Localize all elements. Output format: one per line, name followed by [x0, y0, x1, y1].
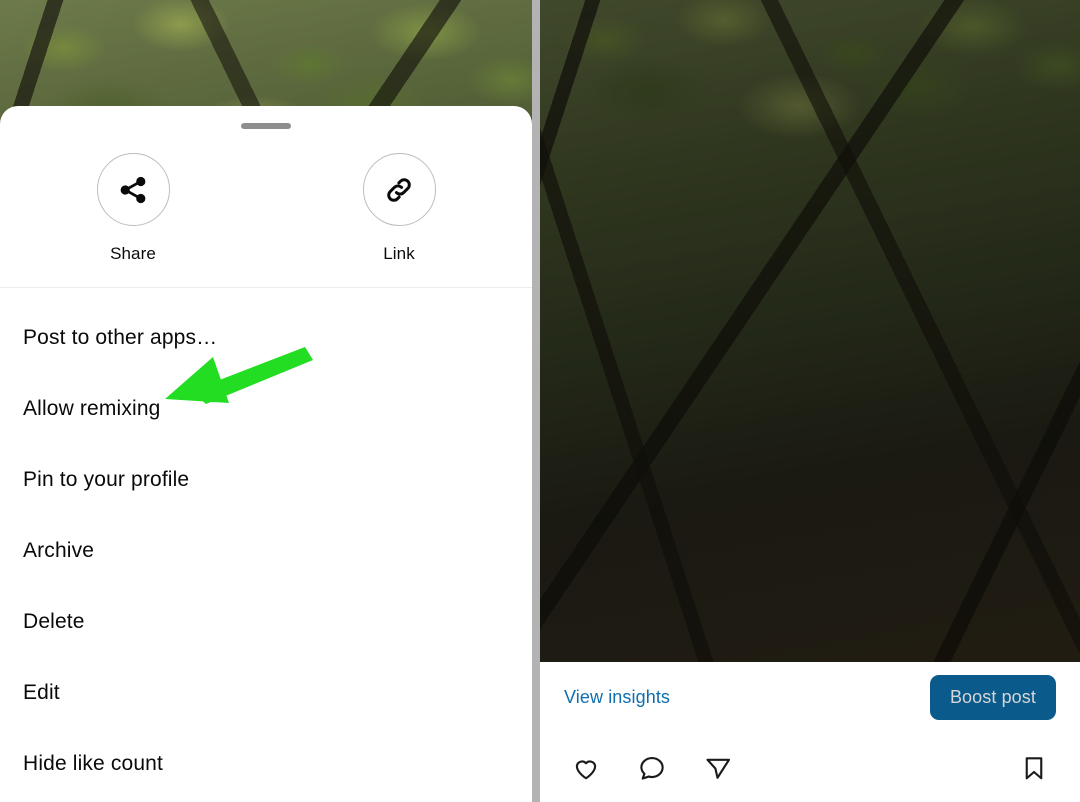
sheet-drag-handle[interactable] [241, 123, 291, 129]
like-icon[interactable] [564, 746, 608, 790]
boost-post-button[interactable]: Boost post [929, 674, 1056, 720]
menu-item-delete[interactable]: Delete [0, 586, 532, 657]
right-phone-screen: Allow remixing Remix lets anyone create … [532, 0, 1080, 802]
comment-icon[interactable] [630, 746, 674, 790]
screenshot-root: Share Link Post to other apps… Allow rem… [0, 0, 1080, 802]
link-icon [382, 173, 416, 207]
share-bottom-sheet: Share Link Post to other apps… Allow rem… [0, 106, 532, 802]
dialog-scrim [540, 0, 1080, 662]
menu-item-archive[interactable]: Archive [0, 515, 532, 586]
post-photo [540, 0, 1080, 662]
menu-item-post-to-other-apps[interactable]: Post to other apps… [0, 302, 532, 373]
menu-item-label: Edit [23, 680, 60, 704]
share-icon-circle[interactable] [96, 153, 170, 226]
post-footer: View insights Boost post [540, 662, 1080, 802]
share-action-label: Share [110, 244, 156, 263]
menu-item-allow-remixing[interactable]: Allow remixing [0, 373, 532, 444]
sheet-menu-list: Post to other apps… Allow remixing Pin t… [0, 302, 532, 799]
link-action-label: Link [383, 244, 415, 263]
share-direct-icon[interactable] [696, 746, 740, 790]
menu-item-label: Archive [23, 538, 95, 562]
view-insights-link[interactable]: View insights [564, 687, 670, 708]
share-icon [116, 173, 150, 207]
save-bookmark-icon[interactable] [1012, 746, 1056, 790]
sheet-divider [0, 287, 532, 288]
menu-item-label: Allow remixing [23, 396, 161, 420]
link-action[interactable]: Link [266, 153, 532, 264]
menu-item-pin-to-your-profile[interactable]: Pin to your profile [0, 444, 532, 515]
menu-item-label: Hide like count [23, 751, 163, 775]
menu-item-edit[interactable]: Edit [0, 657, 532, 728]
footer-action-icons-row [540, 733, 1080, 802]
footer-insights-row: View insights Boost post [540, 662, 1080, 732]
circle-action-row: Share Link [0, 153, 532, 264]
menu-item-hide-like-count[interactable]: Hide like count [0, 728, 532, 799]
menu-item-label: Post to other apps… [23, 325, 218, 349]
left-phone-screen: Share Link Post to other apps… Allow rem… [0, 0, 532, 802]
menu-item-label: Delete [23, 609, 85, 633]
share-action[interactable]: Share [0, 153, 266, 264]
link-icon-circle[interactable] [362, 153, 436, 226]
menu-item-label: Pin to your profile [23, 467, 190, 491]
